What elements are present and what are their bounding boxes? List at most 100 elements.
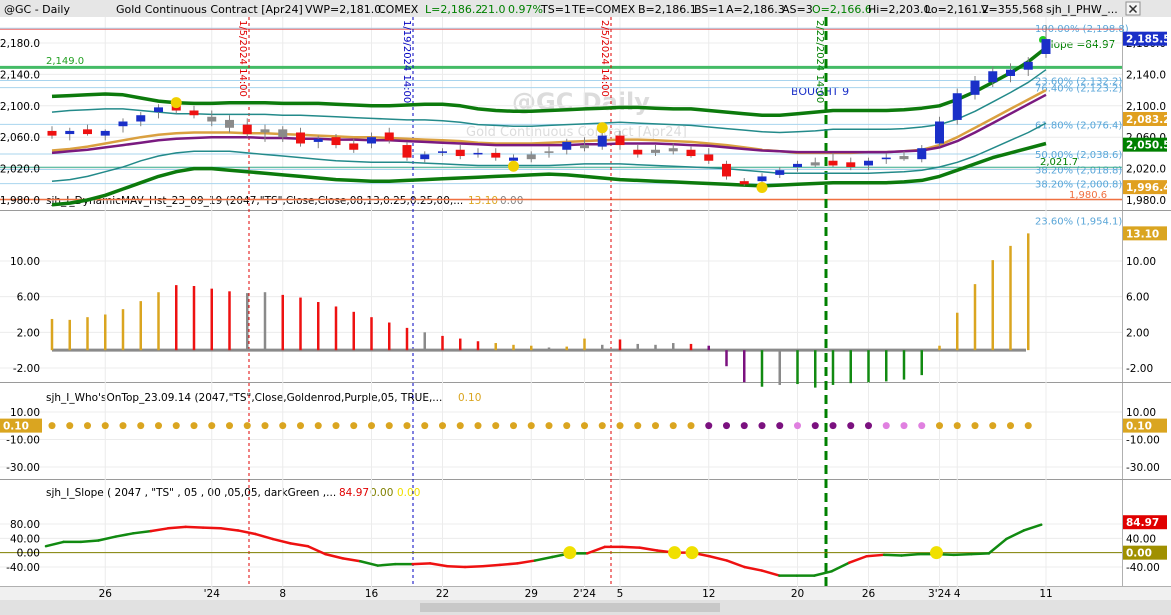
trend-dot bbox=[723, 422, 730, 430]
y-tick-label: -10.00 bbox=[1126, 435, 1160, 447]
candle-body bbox=[757, 176, 767, 182]
fib-level-label: 61.80% (2,076.4) bbox=[1035, 120, 1122, 131]
price-badge: 1,996.4 bbox=[1123, 180, 1171, 195]
trend-dot bbox=[1007, 422, 1014, 430]
candle-body bbox=[615, 135, 625, 146]
trend-dot bbox=[581, 422, 588, 430]
candle-body bbox=[562, 141, 572, 150]
dynamic-mav-value-2: 0.00 bbox=[500, 195, 523, 207]
trend-dot bbox=[687, 422, 695, 430]
candle-body bbox=[438, 151, 447, 153]
trend-dot bbox=[971, 422, 979, 430]
slope-marker bbox=[685, 546, 699, 560]
candle-body bbox=[793, 163, 802, 168]
trend-dot bbox=[137, 422, 145, 430]
y-tick-label: -30.00 bbox=[1126, 462, 1160, 474]
slope-segment bbox=[900, 552, 921, 557]
trend-dot bbox=[474, 422, 482, 430]
candle-body bbox=[739, 181, 749, 185]
candle-body bbox=[1023, 61, 1033, 70]
slope-value-2: 0.00 bbox=[370, 487, 393, 499]
scrollbar-thumb[interactable] bbox=[420, 603, 720, 612]
y-tick-label: -40.00 bbox=[1126, 562, 1160, 574]
trend-dot bbox=[350, 422, 358, 430]
level-2149-label: 2,149.0 bbox=[46, 56, 84, 67]
candle-body bbox=[917, 148, 927, 160]
candle-body bbox=[278, 129, 288, 138]
slope-marker bbox=[668, 546, 682, 560]
y-tick-label: 2,140.0 bbox=[0, 69, 40, 81]
x-tick-label: 16 bbox=[365, 588, 379, 600]
whos-on-top-badge-text: 0.10 bbox=[1126, 421, 1152, 433]
x-tick-label: 3'24 bbox=[928, 588, 951, 600]
last-price-label: L=2,186.2 bbox=[425, 3, 482, 16]
x-tick-label: 26 bbox=[99, 588, 113, 600]
candle-body bbox=[47, 130, 57, 136]
dynamic-mav-value-1: 13.10 bbox=[468, 195, 498, 207]
candle-body bbox=[118, 121, 128, 127]
trend-dot bbox=[740, 422, 748, 430]
y-tick-label: 80.00 bbox=[10, 519, 40, 531]
candle-body bbox=[83, 129, 92, 135]
y-tick-label: -40.00 bbox=[6, 562, 40, 574]
y-tick-label: 1,980.0 bbox=[1126, 195, 1166, 207]
ask-size-label: AS=3 bbox=[782, 3, 813, 16]
y-tick-label: 2,060.0 bbox=[0, 132, 40, 144]
trend-dot bbox=[439, 422, 446, 430]
candle-body bbox=[384, 132, 394, 141]
slope-badge-text: 84.97 bbox=[1126, 517, 1159, 529]
x-tick-label: 4 bbox=[954, 588, 961, 600]
price-badge-text: 2,083.2 bbox=[1126, 114, 1171, 126]
te-label: TE=COMEX bbox=[571, 3, 636, 16]
trend-dot bbox=[421, 422, 429, 430]
slope-value-3: 0.00 bbox=[397, 487, 420, 499]
candle-body bbox=[988, 71, 998, 83]
trend-dot bbox=[243, 422, 251, 430]
open-label: O=2,166.6 bbox=[812, 3, 872, 16]
x-tick-label: 20 bbox=[791, 588, 804, 600]
exchange-label: COMEX bbox=[378, 3, 419, 16]
window-close-button[interactable] bbox=[1125, 1, 1141, 16]
y-tick-label: -2.00 bbox=[1126, 363, 1153, 375]
y-tick-label: -30.00 bbox=[6, 462, 40, 474]
signal-marker bbox=[756, 181, 768, 193]
trend-dot bbox=[314, 422, 322, 430]
candle-body bbox=[1041, 39, 1051, 54]
whos-on-top-left-badge-text: 0.10 bbox=[3, 421, 29, 433]
histogram-badge: 13.10 bbox=[1123, 226, 1167, 241]
slope-value-1: 84.97 bbox=[339, 487, 369, 499]
slope-segment bbox=[79, 539, 100, 544]
y-tick-label: 2,020.0 bbox=[0, 164, 40, 176]
trend-dot bbox=[456, 422, 464, 430]
signal-marker bbox=[170, 97, 182, 109]
trend-dot bbox=[936, 422, 943, 430]
fib-level-label: 38.20% (2,000.8) bbox=[1035, 180, 1122, 191]
histogram-badge-text: 13.10 bbox=[1126, 228, 1159, 240]
y-tick-label: -10.00 bbox=[6, 435, 40, 447]
trend-dot bbox=[101, 422, 109, 430]
trend-dot bbox=[705, 422, 713, 430]
slope-segment bbox=[952, 552, 973, 557]
fib-level-label: 50.00% (2,038.6) bbox=[1035, 150, 1122, 161]
trend-dot bbox=[368, 422, 375, 430]
high-label: Hi=2,203.0 bbox=[868, 3, 931, 16]
low-label: Lo=2,161.2 bbox=[925, 3, 989, 16]
price-badge-text: 2,185.5 bbox=[1126, 34, 1171, 46]
candle-body bbox=[633, 149, 643, 155]
trend-dot bbox=[226, 422, 233, 430]
slope-segment bbox=[498, 562, 519, 567]
y-tick-label: 2.00 bbox=[17, 327, 40, 339]
whos-on-top-value: 0.10 bbox=[458, 392, 481, 404]
slope-segment bbox=[865, 553, 886, 558]
price-badge: 2,050.5 bbox=[1123, 137, 1171, 152]
dynamic-mav-title: sjh_I_DynamicMAV_Hst_23_09_19 (2047,"TS"… bbox=[46, 195, 463, 207]
ask-label: A=2,186.3 bbox=[726, 3, 785, 16]
vwp-label: VWP=2,181.0 bbox=[305, 3, 381, 16]
candle-body bbox=[65, 130, 75, 135]
trend-dot bbox=[155, 422, 162, 430]
candle bbox=[952, 88, 962, 125]
y-tick-label: 10.00 bbox=[10, 256, 40, 268]
slope-segment bbox=[411, 562, 432, 566]
study-label: sjh_I_PHW_... bbox=[1046, 3, 1118, 16]
fib-level-label: 23.60% (1,954.1) bbox=[1035, 216, 1122, 227]
